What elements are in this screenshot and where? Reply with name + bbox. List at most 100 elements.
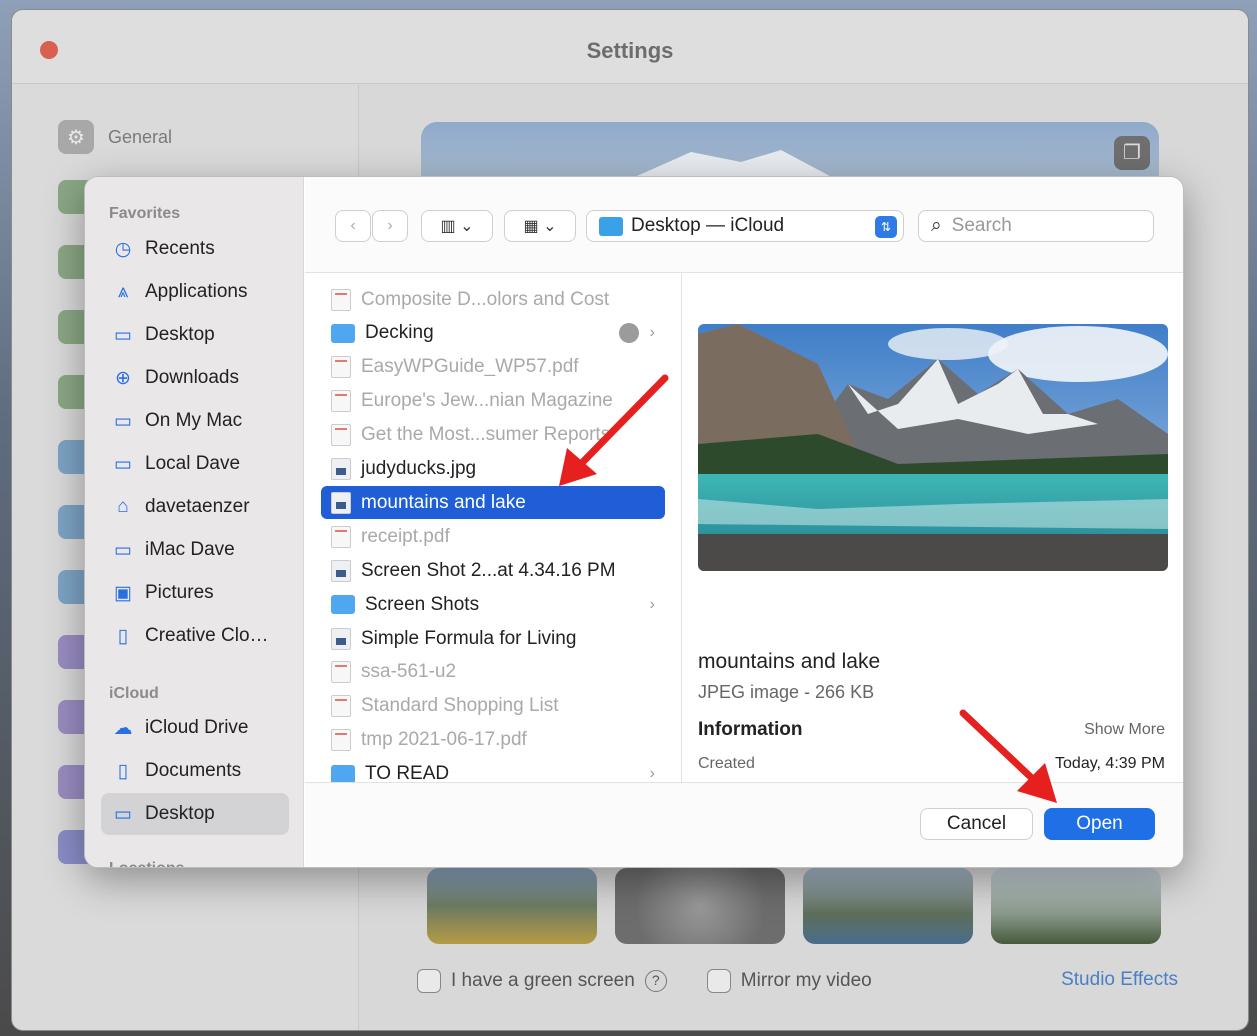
pdf-file-icon xyxy=(331,288,351,311)
view-columns-button[interactable]: ▥ ⌄ xyxy=(421,210,493,242)
open-button[interactable]: Open xyxy=(1044,808,1155,840)
sidebar-item-label: davetaenzer xyxy=(145,496,250,517)
file-name: Get the Most...sumer Reports xyxy=(361,424,611,446)
file-name: tmp 2021-06-17.pdf xyxy=(361,729,527,751)
sync-status-icon xyxy=(619,323,639,344)
file-name: Screen Shots xyxy=(365,593,480,615)
pdf-file-icon xyxy=(331,525,351,548)
file-row[interactable]: judyducks.jpg xyxy=(321,453,665,486)
folder-icon xyxy=(331,764,355,782)
title-bar: Settings xyxy=(12,10,1248,84)
file-name: Composite D...olors and Cost xyxy=(361,288,610,310)
file-name: Simple Formula for Living xyxy=(361,627,577,649)
file-name: judyducks.jpg xyxy=(361,458,477,479)
pdf-file-icon xyxy=(331,695,351,718)
sidebar-item-downloads[interactable]: ⊕ Downloads xyxy=(101,357,289,399)
sidebar-item-on-my-mac[interactable]: ▭ On My Mac xyxy=(101,400,289,442)
file-name: Screen Shot 2...at 4.34.16 PM xyxy=(361,559,616,581)
sidebar-item-applications[interactable]: ⩓ Applications xyxy=(101,271,289,313)
download-icon: ⊕ xyxy=(115,367,131,389)
chevron-right-icon: › xyxy=(649,324,655,342)
green-screen-label: I have a green screen xyxy=(451,970,635,991)
desktop-icon: ▭ xyxy=(114,324,132,346)
created-label: Created xyxy=(698,755,755,772)
location-popup[interactable]: Desktop — iCloud ⇅ xyxy=(586,210,904,242)
green-screen-checkbox[interactable] xyxy=(417,969,441,993)
file-name: mountains and lake xyxy=(361,491,526,513)
folder-icon: ▭ xyxy=(114,539,132,561)
preview-image xyxy=(698,324,1168,571)
sidebar-item-local-dave[interactable]: ▭ Local Dave xyxy=(101,443,289,485)
file-row[interactable]: Composite D...olors and Cost xyxy=(321,283,665,316)
folder-icon: ▭ xyxy=(114,410,132,432)
file-row-selected[interactable]: mountains and lake xyxy=(321,486,665,520)
thumbnail-snowy-peaks[interactable] xyxy=(991,868,1161,944)
sidebar-item-davetaenzer[interactable]: ⌂ davetaenzer xyxy=(101,486,289,528)
home-icon: ⌂ xyxy=(117,496,129,517)
file-name: Standard Shopping List xyxy=(361,695,559,717)
sidebar-item-desktop[interactable]: ▭ Desktop xyxy=(101,314,289,356)
file-row[interactable]: Europe's Jew...nian Magazine xyxy=(321,385,665,418)
file-row[interactable]: Get the Most...sumer Reports xyxy=(321,419,665,452)
sidebar-item-label: General xyxy=(108,126,173,147)
search-icon: ⌕ xyxy=(931,215,942,236)
thumbnail-lake-mountains[interactable] xyxy=(803,868,973,944)
folder-icon xyxy=(331,595,355,615)
sidebar-item-label: iMac Dave xyxy=(145,539,235,560)
back-button[interactable]: ‹ xyxy=(335,210,371,242)
file-row[interactable]: Decking › xyxy=(321,317,665,350)
file-row[interactable]: Screen Shots › xyxy=(321,588,665,621)
show-more-link[interactable]: Show More xyxy=(1084,721,1165,739)
pdf-file-icon xyxy=(331,356,351,379)
file-row[interactable]: ssa-561-u2 xyxy=(321,656,665,689)
up-down-chevron-icon: ⇅ xyxy=(875,216,897,238)
sidebar-item-label: Downloads xyxy=(145,367,239,388)
clock-icon: ◷ xyxy=(114,238,132,260)
dialog-toolbar: ‹ › ▥ ⌄ ▦ ⌄ Desktop — iCloud ⇅ ⌕ Search xyxy=(305,177,1183,273)
background-thumbnails xyxy=(427,868,1161,944)
desktop-icon: ▭ xyxy=(114,803,132,825)
mirror-video-checkbox[interactable] xyxy=(706,969,731,993)
file-name: ssa-561-u2 xyxy=(361,661,457,683)
cloud-icon: ☁ xyxy=(113,717,133,739)
open-file-dialog: Favorites ◷ Recents ⩓ Applications ▭ Desktop ⊕… xyxy=(84,176,1184,868)
thumbnail-our-miss-brooks[interactable] xyxy=(615,868,785,944)
file-row[interactable]: tmp 2021-06-17.pdf xyxy=(321,724,665,757)
sidebar-item-label: iCloud Drive xyxy=(145,717,249,738)
sidebar-item-desktop[interactable]: ▭ Desktop xyxy=(101,793,289,835)
preview-title: mountains and lake xyxy=(698,650,881,673)
group-button[interactable]: ▦ ⌄ xyxy=(504,210,576,242)
thumbnail-autumn-mountains[interactable] xyxy=(427,868,597,944)
preview-meta: JPEG image - 266 KB xyxy=(698,682,875,702)
dialog-sidebar: Favorites ◷ Recents ⩓ Applications ▭ Desktop ⊕… xyxy=(85,177,304,867)
information-heading: Information xyxy=(698,719,803,740)
sidebar-item-icloud-drive[interactable]: ☁ iCloud Drive xyxy=(101,707,289,749)
sidebar-item-creative-clo[interactable]: ▯ Creative Clo… xyxy=(101,615,289,657)
file-row[interactable]: Screen Shot 2...at 4.34.16 PM xyxy=(321,554,665,587)
sidebar-item-label: Applications xyxy=(145,281,248,302)
file-name: EasyWPGuide_WP57.pdf xyxy=(361,356,579,378)
copy-icon[interactable]: ❐ xyxy=(1114,136,1150,170)
file-row[interactable]: receipt.pdf xyxy=(321,520,665,553)
file-row[interactable]: EasyWPGuide_WP57.pdf xyxy=(321,351,665,384)
search-field[interactable]: ⌕ Search xyxy=(918,210,1154,242)
forward-button[interactable]: › xyxy=(372,210,408,242)
sidebar-item-recents[interactable]: ◷ Recents xyxy=(101,228,289,270)
file-row[interactable]: TO READ › xyxy=(321,758,665,782)
search-placeholder: Search xyxy=(951,215,1012,236)
applications-icon: ⩓ xyxy=(117,281,129,302)
cancel-button[interactable]: Cancel xyxy=(920,808,1033,840)
help-icon[interactable]: ? xyxy=(644,970,667,992)
background-options: I have a green screen ? Mirror my video xyxy=(417,969,872,993)
studio-effects-link[interactable]: Studio Effects xyxy=(1061,969,1178,991)
dialog-footer: Cancel Open xyxy=(305,782,1183,867)
sidebar-item-imac-dave[interactable]: ▭ iMac Dave xyxy=(101,529,289,571)
columns-icon: ▥ ⌄ xyxy=(440,218,474,235)
file-row[interactable]: Standard Shopping List xyxy=(321,690,665,723)
file-row[interactable]: Simple Formula for Living xyxy=(321,622,665,655)
file-name: Europe's Jew...nian Magazine xyxy=(361,390,613,412)
sidebar-item-pictures[interactable]: ▣ Pictures xyxy=(101,572,289,614)
sidebar-item-label: Creative Clo… xyxy=(145,625,269,646)
sidebar-item-documents[interactable]: ▯ Documents xyxy=(101,750,289,792)
sidebar-item-general[interactable]: ⚙ General xyxy=(58,120,172,154)
